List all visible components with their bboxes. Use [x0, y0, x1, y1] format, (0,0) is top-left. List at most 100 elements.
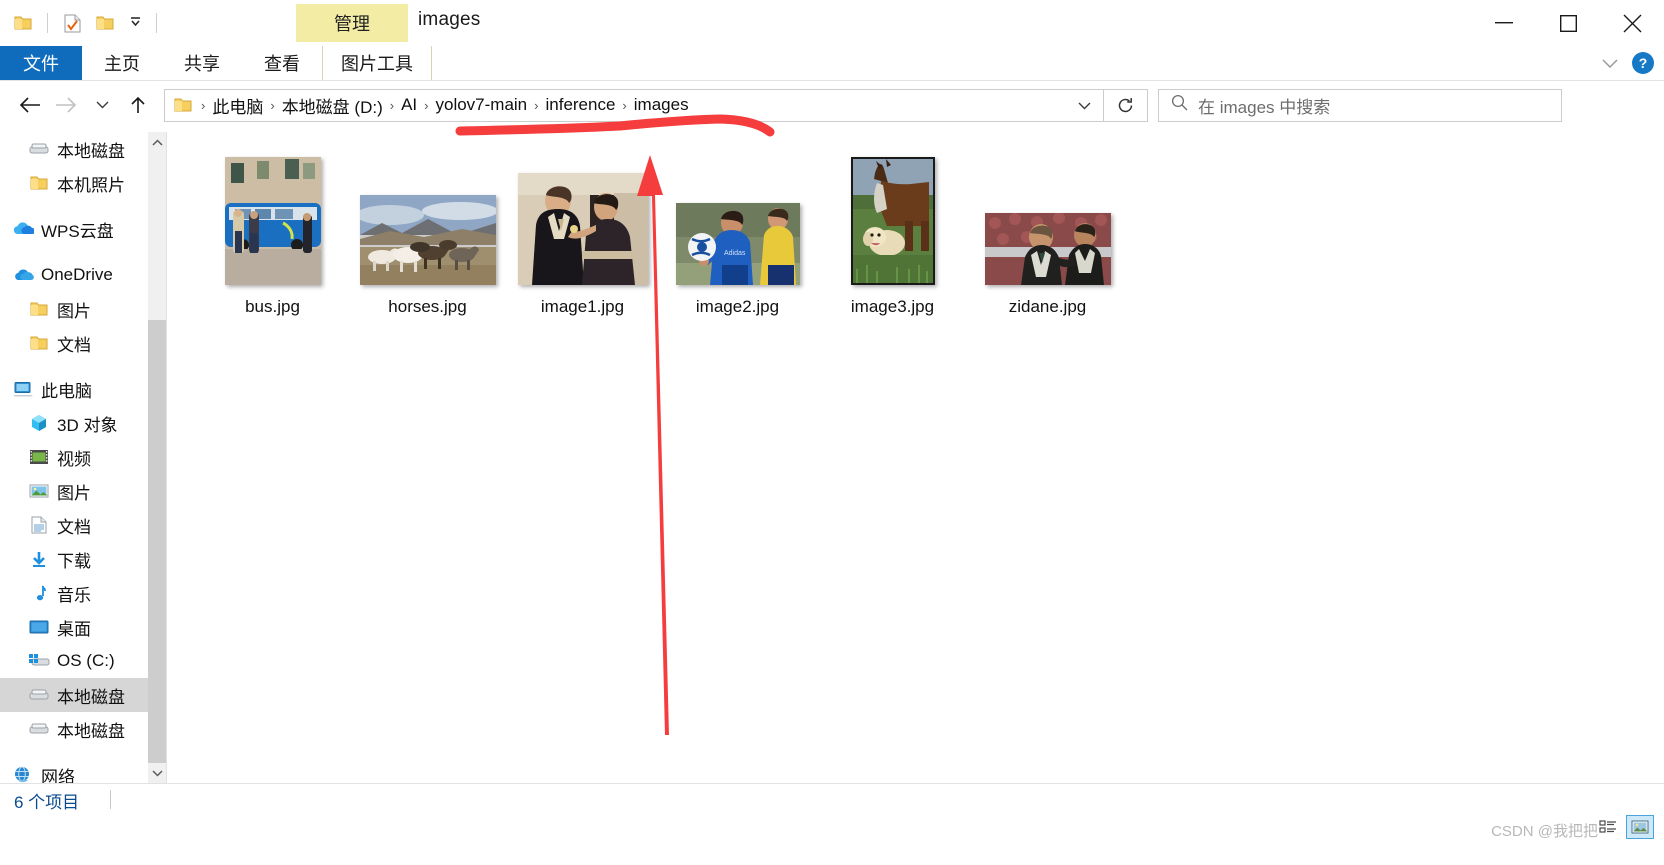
file-item-image1[interactable]: image1.jpg: [505, 140, 660, 317]
thumbnail-horses[interactable]: [359, 195, 496, 285]
file-name: bus.jpg: [245, 297, 300, 316]
breadcrumb-separator-1[interactable]: ›: [266, 98, 278, 113]
file-item-horses[interactable]: horses.jpg: [350, 140, 505, 317]
sidebar-item-local-disk-selected[interactable]: 本地磁盘: [0, 678, 148, 712]
address-folder-icon: [174, 97, 192, 113]
folder-icon[interactable]: [10, 10, 36, 36]
search-input[interactable]: 在 images 中搜索: [1158, 88, 1562, 122]
tab-picture-tools[interactable]: 图片工具: [322, 46, 432, 80]
breadcrumb-separator-4[interactable]: ›: [530, 98, 542, 113]
os-drive-icon: [28, 650, 50, 672]
sidebar-item-3d-objects[interactable]: 3D 对象: [0, 406, 148, 440]
qat-divider: [47, 13, 48, 33]
help-label: ?: [1638, 55, 1648, 71]
file-item-image2[interactable]: Adidas image2.jpg: [660, 140, 815, 317]
sidebar-item-desktop[interactable]: 桌面: [0, 610, 148, 644]
sidebar-item-this-pc[interactable]: 此电脑: [0, 372, 148, 406]
new-folder-icon[interactable]: [92, 10, 118, 36]
file-item-image3[interactable]: image3.jpg: [815, 140, 970, 317]
sidebar-item-pictures[interactable]: 图片: [0, 474, 148, 508]
scroll-up-arrow-icon[interactable]: [148, 132, 166, 152]
item-count-label: 6 个项目: [14, 793, 80, 812]
breadcrumb-separator-3[interactable]: ›: [420, 98, 432, 113]
sidebar-label: 文档: [57, 517, 91, 537]
sidebar-label: 文档: [57, 335, 91, 355]
sidebar-item-os-c[interactable]: OS (C:): [0, 644, 148, 678]
back-button[interactable]: [12, 85, 48, 125]
sidebar-label: 本地磁盘: [57, 687, 125, 707]
tab-share[interactable]: 共享: [162, 46, 242, 80]
breadcrumb-item-ai[interactable]: AI: [398, 95, 420, 115]
sidebar-item-music[interactable]: 音乐: [0, 576, 148, 610]
thumbnail-bus[interactable]: [224, 157, 321, 285]
thumbnail-zidane[interactable]: [984, 213, 1111, 285]
navigation-pane[interactable]: 本地磁盘 本机照片 WPS云盘 OneDrive 图片 文档 此电脑 3D 对象…: [0, 132, 148, 783]
breadcrumb-item-images[interactable]: images: [631, 95, 692, 115]
address-dropdown-icon[interactable]: [1069, 98, 1099, 113]
forward-button[interactable]: [48, 85, 84, 125]
contextual-tab-header[interactable]: 管理: [296, 4, 408, 42]
help-button[interactable]: ?: [1632, 52, 1654, 74]
breadcrumb-separator: ›: [201, 97, 206, 113]
address-bar[interactable]: › 此电脑 › 本地磁盘 (D:) › AI › yolov7-main › i…: [164, 88, 1104, 122]
sidebar-item-local-disk-top[interactable]: 本地磁盘: [0, 132, 148, 166]
tab-home[interactable]: 主页: [82, 46, 162, 80]
tab-view[interactable]: 查看: [242, 46, 322, 80]
sidebar-gap-2: [0, 246, 148, 258]
sidebar-item-downloads[interactable]: 下载: [0, 542, 148, 576]
breadcrumb-separator-2[interactable]: ›: [386, 98, 398, 113]
sidebar-item-local-photos[interactable]: 本机照片: [0, 166, 148, 200]
thumbnail-image1[interactable]: [517, 173, 648, 285]
sidebar-scrollbar[interactable]: [148, 132, 166, 783]
scrollbar-thumb[interactable]: [148, 152, 166, 320]
breadcrumb-item-this-pc[interactable]: 此电脑: [209, 93, 266, 118]
maximize-button[interactable]: [1536, 0, 1600, 46]
tab-file-label: 文件: [23, 54, 59, 74]
sidebar-item-documents[interactable]: 文档: [0, 508, 148, 542]
network-icon: [12, 764, 34, 783]
tab-share-label: 共享: [184, 54, 220, 74]
3d-objects-icon: [28, 412, 50, 434]
close-button[interactable]: [1600, 0, 1664, 46]
sidebar-item-onedrive-documents[interactable]: 文档: [0, 326, 148, 360]
sidebar-item-wps-cloud[interactable]: WPS云盘: [0, 212, 148, 246]
status-bar: 6 个项目 CSDN @我把把: [0, 784, 1664, 865]
file-name: image2.jpg: [695, 297, 780, 316]
minimize-button[interactable]: [1472, 0, 1536, 46]
up-button[interactable]: [120, 85, 156, 125]
breadcrumb-item-inference[interactable]: inference: [542, 95, 618, 115]
thumbnail-image2[interactable]: Adidas: [675, 203, 800, 285]
breadcrumb-separator-5[interactable]: ›: [618, 98, 630, 113]
sidebar-item-videos[interactable]: 视频: [0, 440, 148, 474]
thumbnail-image3[interactable]: [850, 157, 935, 285]
properties-icon[interactable]: [59, 10, 85, 36]
details-view-button[interactable]: [1594, 815, 1622, 839]
sidebar-item-onedrive[interactable]: OneDrive: [0, 258, 148, 292]
scroll-down-arrow-icon[interactable]: [148, 763, 166, 783]
breadcrumb-item-local-disk-d[interactable]: 本地磁盘 (D:): [279, 93, 386, 118]
csdn-watermark: CSDN @我把把: [1491, 823, 1598, 840]
sidebar-label: 3D 对象: [57, 415, 118, 435]
sidebar-item-local-disk-2[interactable]: 本地磁盘: [0, 712, 148, 746]
chevron-down-icon[interactable]: [1602, 55, 1618, 72]
refresh-button[interactable]: [1104, 88, 1148, 122]
file-list-area[interactable]: bus.jpg horses.jpg image1.jpg Adidas ima…: [167, 132, 1664, 783]
scrollbar-track[interactable]: [148, 320, 166, 763]
sidebar-item-network[interactable]: 网络: [0, 758, 148, 783]
tab-file[interactable]: 文件: [0, 46, 82, 80]
this-pc-icon: [12, 378, 34, 400]
large-icons-view-button[interactable]: [1626, 815, 1654, 839]
sidebar-item-onedrive-pictures[interactable]: 图片: [0, 292, 148, 326]
file-item-bus[interactable]: bus.jpg: [195, 140, 350, 317]
breadcrumb-item-yolov7-main[interactable]: yolov7-main: [432, 95, 530, 115]
sidebar-label: WPS云盘: [41, 221, 114, 241]
music-icon: [28, 582, 50, 604]
tab-view-label: 查看: [264, 54, 300, 74]
file-item-zidane[interactable]: zidane.jpg: [970, 140, 1125, 317]
thumbnail-container: [224, 140, 321, 285]
customize-qat-caret-icon[interactable]: [125, 17, 145, 29]
recent-locations-button[interactable]: [84, 85, 120, 125]
sidebar-label: OS (C:): [57, 651, 115, 670]
sidebar-label: 网络: [41, 767, 75, 784]
